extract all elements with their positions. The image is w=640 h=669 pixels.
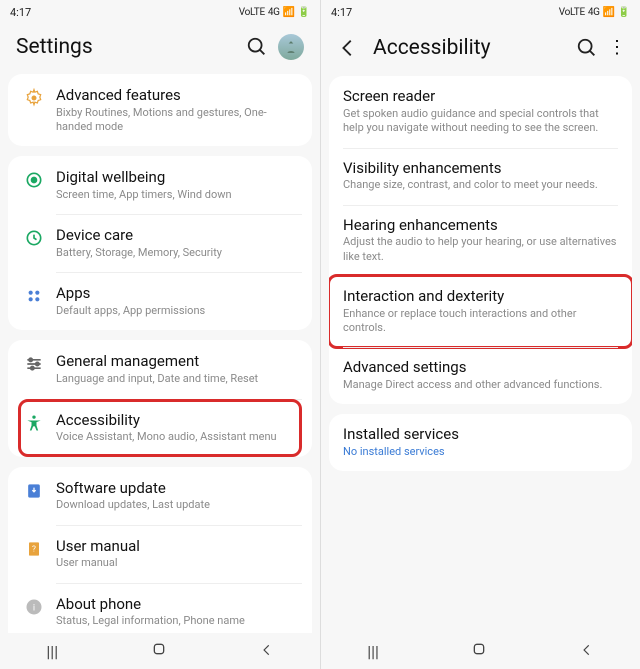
- back-icon[interactable]: [337, 37, 359, 59]
- page-title: Accessibility: [373, 35, 576, 62]
- manual-icon: ?: [18, 537, 50, 559]
- nav-back[interactable]: [260, 642, 274, 661]
- row-subtitle: Default apps, App permissions: [56, 304, 302, 318]
- a11y-row-interaction-and-dexterity[interactable]: Interaction and dexterityEnhance or repl…: [329, 276, 632, 347]
- a11y-icon: [18, 411, 50, 433]
- settings-row-user-manual[interactable]: ? User manualUser manual: [8, 525, 312, 583]
- nav-home[interactable]: [151, 641, 167, 661]
- settings-screen: 4:17 VoLTE4G📶🔋 Settings Advanced feature…: [0, 0, 320, 669]
- wellbeing-icon: [18, 168, 50, 190]
- nav-bar: |||: [0, 633, 320, 669]
- search-icon[interactable]: [576, 37, 598, 59]
- accessibility-header: Accessibility ⋮: [321, 24, 640, 76]
- row-subtitle: Manage Direct access and other advanced …: [343, 378, 618, 392]
- svg-text:i: i: [33, 603, 35, 613]
- settings-header: Settings: [0, 24, 320, 74]
- accessibility-screen: 4:17 VoLTE4G📶🔋 Accessibility ⋮ Screen re…: [320, 0, 640, 669]
- a11y-row-advanced-settings[interactable]: Advanced settingsManage Direct access an…: [329, 347, 632, 404]
- row-subtitle: Language and input, Date and time, Reset: [56, 372, 302, 386]
- row-subtitle: Voice Assistant, Mono audio, Assistant m…: [56, 430, 302, 444]
- row-title: About phone: [56, 595, 302, 614]
- info-icon: i: [18, 595, 50, 617]
- status-bar: 4:17 VoLTE4G📶🔋: [321, 0, 640, 24]
- row-title: Visibility enhancements: [343, 159, 618, 178]
- accessibility-list[interactable]: Screen readerGet spoken audio guidance a…: [321, 76, 640, 633]
- a11y-row-hearing-enhancements[interactable]: Hearing enhancementsAdjust the audio to …: [329, 205, 632, 276]
- a11y-row-screen-reader[interactable]: Screen readerGet spoken audio guidance a…: [329, 76, 632, 147]
- row-subtitle: Battery, Storage, Memory, Security: [56, 246, 302, 260]
- settings-row-about-phone[interactable]: i About phoneStatus, Legal information, P…: [8, 583, 312, 633]
- row-title: Advanced features: [56, 86, 302, 105]
- row-subtitle: Change size, contrast, and color to meet…: [343, 178, 618, 192]
- row-title: Accessibility: [56, 411, 302, 430]
- svg-text:?: ?: [32, 544, 36, 554]
- row-title: Screen reader: [343, 87, 618, 106]
- settings-list[interactable]: Advanced featuresBixby Routines, Motions…: [0, 74, 320, 633]
- gear-icon: [18, 86, 50, 108]
- settings-row-general-management[interactable]: General managementLanguage and input, Da…: [8, 340, 312, 398]
- row-subtitle: Download updates, Last update: [56, 498, 302, 512]
- a11y-row-visibility-enhancements[interactable]: Visibility enhancementsChange size, cont…: [329, 148, 632, 205]
- row-title: Device care: [56, 226, 302, 245]
- row-subtitle: Screen time, App timers, Wind down: [56, 188, 302, 202]
- row-subtitle[interactable]: No installed services: [343, 445, 618, 459]
- nav-back[interactable]: [580, 642, 594, 661]
- search-icon[interactable]: [246, 36, 268, 58]
- row-title: Advanced settings: [343, 358, 618, 377]
- row-subtitle: Status, Legal information, Phone name: [56, 614, 302, 628]
- settings-row-software-update[interactable]: Software updateDownload updates, Last up…: [8, 467, 312, 525]
- status-indicators: VoLTE4G📶🔋: [559, 7, 630, 18]
- row-title: Software update: [56, 479, 302, 498]
- settings-row-apps[interactable]: AppsDefault apps, App permissions: [8, 272, 312, 330]
- row-subtitle: Enhance or replace touch interactions an…: [343, 307, 618, 336]
- care-icon: [18, 226, 50, 248]
- row-title: Apps: [56, 284, 302, 303]
- status-time: 4:17: [331, 6, 352, 19]
- nav-home[interactable]: [471, 641, 487, 661]
- a11y-row-installed-services[interactable]: Installed servicesNo installed services: [329, 414, 632, 471]
- row-subtitle: User manual: [56, 556, 302, 570]
- nav-bar: |||: [321, 633, 640, 669]
- settings-row-digital-wellbeing[interactable]: Digital wellbeingScreen time, App timers…: [8, 156, 312, 214]
- row-subtitle: Adjust the audio to help your hearing, o…: [343, 235, 618, 264]
- row-title: User manual: [56, 537, 302, 556]
- page-title: Settings: [16, 35, 246, 59]
- status-indicators: VoLTE4G📶🔋: [239, 7, 310, 18]
- row-title: Digital wellbeing: [56, 168, 302, 187]
- row-subtitle: Bixby Routines, Motions and gestures, On…: [56, 106, 302, 135]
- update-icon: [18, 479, 50, 501]
- settings-row-accessibility[interactable]: AccessibilityVoice Assistant, Mono audio…: [8, 399, 312, 457]
- settings-row-device-care[interactable]: Device careBattery, Storage, Memory, Sec…: [8, 214, 312, 272]
- row-title: Installed services: [343, 425, 618, 444]
- apps-icon: [18, 284, 50, 306]
- sliders-icon: [18, 352, 50, 374]
- profile-avatar[interactable]: [278, 34, 304, 60]
- status-bar: 4:17 VoLTE4G📶🔋: [0, 0, 320, 24]
- row-title: General management: [56, 352, 302, 371]
- more-icon[interactable]: ⋮: [608, 39, 624, 57]
- row-subtitle: Get spoken audio guidance and special co…: [343, 107, 618, 136]
- status-time: 4:17: [10, 6, 31, 19]
- settings-row-advanced-features[interactable]: Advanced featuresBixby Routines, Motions…: [8, 74, 312, 146]
- row-title: Hearing enhancements: [343, 216, 618, 235]
- row-title: Interaction and dexterity: [343, 287, 618, 306]
- nav-recent[interactable]: |||: [46, 642, 58, 661]
- nav-recent[interactable]: |||: [367, 642, 379, 661]
